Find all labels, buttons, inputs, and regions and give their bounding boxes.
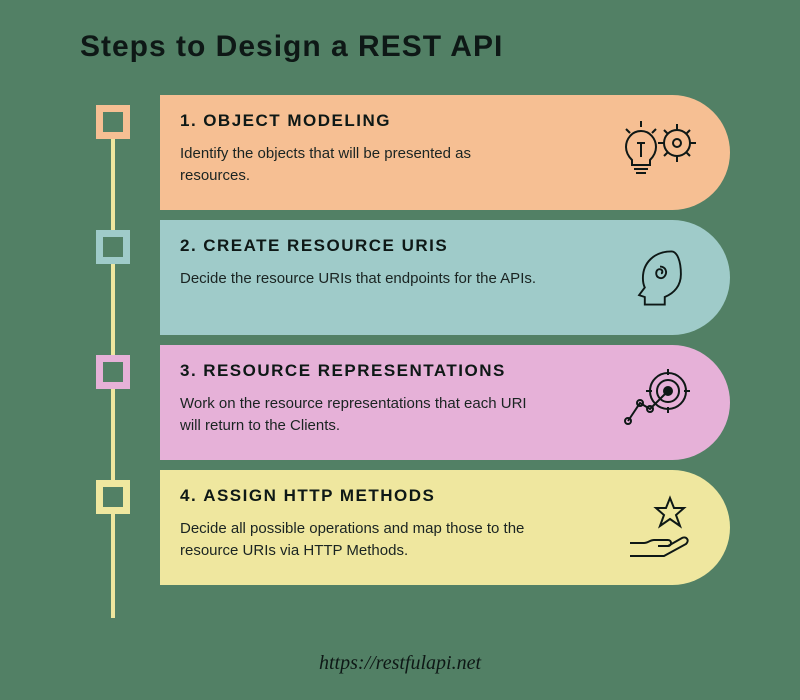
- step-number: 1.: [180, 111, 197, 131]
- step-head: 1. OBJECT MODELING: [180, 111, 620, 131]
- step-marker-4: [96, 480, 130, 514]
- step-description: Identify the objects that will be presen…: [180, 143, 540, 187]
- step-head: 3. RESOURCE REPRESENTATIONS: [180, 361, 620, 381]
- step-title-label: CREATE RESOURCE URIS: [203, 236, 448, 256]
- step-head: 2. CREATE RESOURCE URIS: [180, 236, 620, 256]
- step-card-3: 3. RESOURCE REPRESENTATIONS Work on the …: [160, 345, 730, 460]
- hand-star-icon: [620, 488, 700, 568]
- page-title: Steps to Design a REST API: [80, 30, 503, 64]
- step-card-2: 2. CREATE RESOURCE URIS Decide the resou…: [160, 220, 730, 335]
- step-card-4: 4. ASSIGN HTTP METHODS Decide all possib…: [160, 470, 730, 585]
- step-description: Decide the resource URIs that endpoints …: [180, 268, 540, 290]
- step-marker-3: [96, 355, 130, 389]
- step-number: 2.: [180, 236, 197, 256]
- step-description: Decide all possible operations and map t…: [180, 518, 540, 562]
- step-marker-1: [96, 105, 130, 139]
- step-title-label: ASSIGN HTTP METHODS: [203, 486, 435, 506]
- step-head: 4. ASSIGN HTTP METHODS: [180, 486, 620, 506]
- target-path-icon: [620, 363, 700, 443]
- step-title-label: OBJECT MODELING: [203, 111, 391, 131]
- footer-link: https://restfulapi.net: [0, 652, 800, 675]
- step-number: 4.: [180, 486, 197, 506]
- step-marker-2: [96, 230, 130, 264]
- step-description: Work on the resource representations tha…: [180, 393, 540, 437]
- lightbulb-gear-icon: [620, 113, 700, 193]
- step-title-label: RESOURCE REPRESENTATIONS: [203, 361, 506, 381]
- step-card-1: 1. OBJECT MODELING Identify the objects …: [160, 95, 730, 210]
- head-spiral-icon: [620, 238, 700, 318]
- step-number: 3.: [180, 361, 197, 381]
